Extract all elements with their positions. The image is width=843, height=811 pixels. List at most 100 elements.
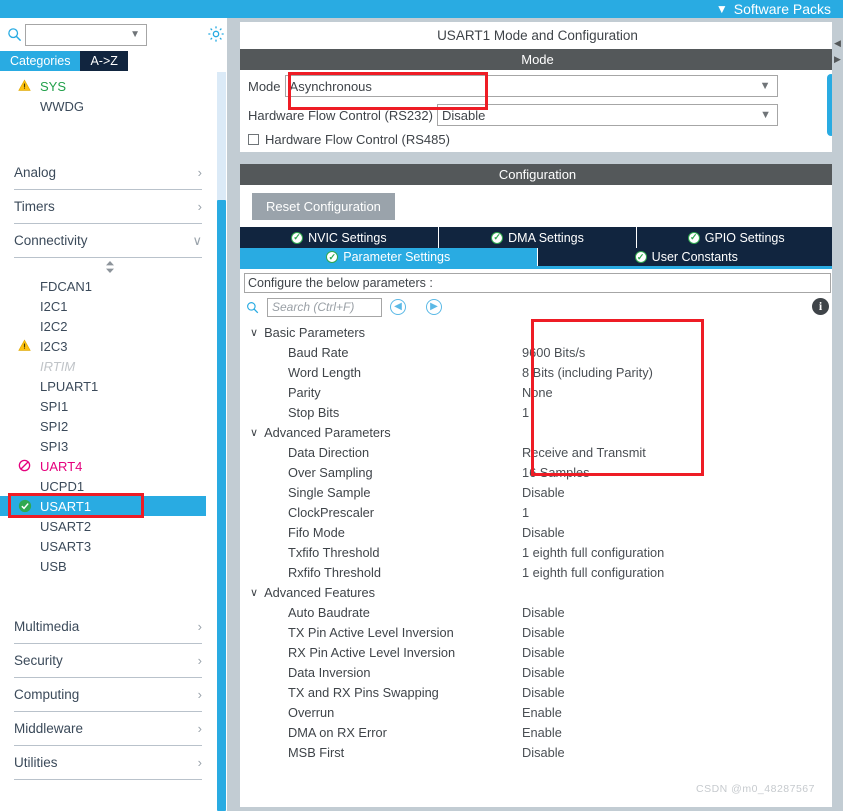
param-value[interactable]: 1 eighth full configuration xyxy=(522,565,664,580)
sidebar-group-utilities[interactable]: Utilities › xyxy=(14,746,202,780)
sidebar-group-computing[interactable]: Computing › xyxy=(14,678,202,712)
param-row-txfifo-threshold[interactable]: Txfifo Threshold 1 eighth full configura… xyxy=(240,542,835,562)
param-value[interactable]: Receive and Transmit xyxy=(522,445,646,460)
tab-nvic-settings[interactable]: ✓ NVIC Settings xyxy=(240,227,439,248)
param-value[interactable]: None xyxy=(522,385,553,400)
info-icon[interactable]: i xyxy=(812,298,829,315)
sidebar-item-uart4[interactable]: UART4 xyxy=(0,456,216,476)
reset-configuration-button[interactable]: Reset Configuration xyxy=(252,192,395,220)
param-value[interactable]: Disable xyxy=(522,645,565,660)
sidebar-item-lpuart1[interactable]: LPUART1 xyxy=(0,376,216,396)
scroll-down-arrow-icon[interactable]: ▶ xyxy=(832,54,843,65)
sidebar-group-label: Security xyxy=(14,653,63,668)
param-value[interactable]: Disable xyxy=(522,605,565,620)
tab-a-to-z[interactable]: A->Z xyxy=(80,51,128,71)
param-value[interactable]: 8 Bits (including Parity) xyxy=(522,365,653,380)
warning-triangle-icon xyxy=(18,79,32,93)
param-row-rx-pin-active-level-inversion[interactable]: RX Pin Active Level Inversion Disable xyxy=(240,642,835,662)
sidebar-item-wwdg[interactable]: WWDG xyxy=(0,96,216,116)
tab-categories[interactable]: Categories xyxy=(0,51,81,71)
sidebar-group-security[interactable]: Security › xyxy=(14,644,202,678)
param-row-over-sampling[interactable]: Over Sampling 16 Samples xyxy=(240,462,835,482)
sidebar-item-usart2[interactable]: USART2 xyxy=(0,516,216,536)
sidebar-group-timers[interactable]: Timers › xyxy=(14,190,202,224)
param-row-stop-bits[interactable]: Stop Bits 1 xyxy=(240,402,835,422)
param-value[interactable]: Enable xyxy=(522,705,562,720)
param-row-rxfifo-threshold[interactable]: Rxfifo Threshold 1 eighth full configura… xyxy=(240,562,835,582)
param-row-msb-first[interactable]: MSB First Disable xyxy=(240,742,835,762)
sidebar-item-label: WWDG xyxy=(40,98,85,114)
mode-select[interactable]: Asynchronous ▼ xyxy=(284,75,778,97)
sidebar-scroll-track[interactable] xyxy=(217,72,226,200)
param-row-clock-prescaler[interactable]: ClockPrescaler 1 xyxy=(240,502,835,522)
param-section-advanced-features[interactable]: ∨ Advanced Features xyxy=(240,582,835,602)
param-value[interactable]: Enable xyxy=(522,725,562,740)
tab-dma-settings[interactable]: ✓ DMA Settings xyxy=(438,227,638,248)
sidebar-item-sys[interactable]: SYS xyxy=(0,76,216,96)
sidebar-search-input[interactable]: ▼ xyxy=(25,23,147,46)
scroll-up-arrow-icon[interactable]: ◀ xyxy=(832,38,843,49)
sidebar-group-multimedia[interactable]: Multimedia › xyxy=(14,610,202,644)
sidebar-item-usart3[interactable]: USART3 xyxy=(0,536,216,556)
param-value[interactable]: 1 eighth full configuration xyxy=(522,545,664,560)
param-row-word-length[interactable]: Word Length 8 Bits (including Parity) xyxy=(240,362,835,382)
tab-user-constants[interactable]: ✓ User Constants xyxy=(537,248,835,266)
sidebar-item-spi2[interactable]: SPI2 xyxy=(0,416,216,436)
sidebar-item-spi3[interactable]: SPI3 xyxy=(0,436,216,456)
parameter-search-input[interactable]: Search (Ctrl+F) xyxy=(267,297,382,317)
sidebar-item-usb[interactable]: USB xyxy=(0,556,216,576)
sidebar-item-fdcan1[interactable]: FDCAN1 xyxy=(0,276,216,296)
sidebar-item-label: UCPD1 xyxy=(40,478,85,494)
param-value[interactable]: Disable xyxy=(522,665,565,680)
expand-right-icon[interactable]: ▶ xyxy=(426,299,442,315)
param-row-dma-on-rx-error[interactable]: DMA on RX Error Enable xyxy=(240,722,835,742)
sidebar-scroll-thumb[interactable] xyxy=(217,200,226,811)
param-row-single-sample[interactable]: Single Sample Disable xyxy=(240,482,835,502)
param-row-baud-rate[interactable]: Baud Rate 9600 Bits/s xyxy=(240,342,835,362)
param-row-tx-pin-active-level-inversion[interactable]: TX Pin Active Level Inversion Disable xyxy=(240,622,835,642)
sidebar-item-usart1[interactable]: USART1 xyxy=(0,496,206,516)
param-value[interactable]: Disable xyxy=(522,745,565,760)
sidebar-item-irtim[interactable]: IRTIM xyxy=(0,356,216,376)
param-row-data-inversion[interactable]: Data Inversion Disable xyxy=(240,662,835,682)
hw-flow-control-232-select[interactable]: Disable ▼ xyxy=(436,104,778,126)
tab-parameter-settings[interactable]: ✓ Parameter Settings xyxy=(240,248,538,266)
param-section-basic-parameters[interactable]: ∨ Basic Parameters xyxy=(240,322,835,342)
sort-arrows-icon[interactable] xyxy=(104,260,116,277)
param-value[interactable]: 16 Samples xyxy=(522,465,590,480)
sidebar-group-middleware[interactable]: Middleware › xyxy=(14,712,202,746)
param-row-fifo-mode[interactable]: Fifo Mode Disable xyxy=(240,522,835,542)
param-value[interactable]: Disable xyxy=(522,525,565,540)
chevron-right-icon: › xyxy=(197,755,202,770)
tab-gpio-settings[interactable]: ✓ GPIO Settings xyxy=(637,227,835,248)
gear-icon[interactable] xyxy=(206,24,226,44)
param-row-overrun[interactable]: Overrun Enable xyxy=(240,702,835,722)
collapse-left-icon[interactable]: ◀ xyxy=(390,299,406,315)
param-section-advanced-parameters[interactable]: ∨ Advanced Parameters xyxy=(240,422,835,442)
hw-flow-control-485-checkbox[interactable] xyxy=(248,133,259,145)
param-value[interactable]: Disable xyxy=(522,685,565,700)
sidebar-item-i2c3[interactable]: I2C3 xyxy=(0,336,216,356)
param-value[interactable]: 9600 Bits/s xyxy=(522,345,585,360)
param-row-data-direction[interactable]: Data Direction Receive and Transmit xyxy=(240,442,835,462)
sidebar-item-ucpd1[interactable]: UCPD1 xyxy=(0,476,216,496)
software-packs-menu[interactable]: ▼ Software Packs xyxy=(716,0,831,18)
param-value[interactable]: 1 xyxy=(522,405,529,420)
param-value[interactable]: Disable xyxy=(522,625,565,640)
sidebar-item-i2c1[interactable]: I2C1 xyxy=(0,296,216,316)
sidebar-group-analog[interactable]: Analog › xyxy=(14,156,202,190)
hw-flow-control-232-label: Hardware Flow Control (RS232) xyxy=(248,107,433,123)
param-value[interactable]: 1 xyxy=(522,505,529,520)
hw-flow-control-485-row[interactable]: Hardware Flow Control (RS485) xyxy=(240,128,835,150)
param-name: TX Pin Active Level Inversion xyxy=(288,624,454,640)
sidebar-group-connectivity[interactable]: Connectivity ∨ xyxy=(14,224,202,258)
param-name: Auto Baudrate xyxy=(288,604,370,620)
sidebar-scrollbar[interactable] xyxy=(216,72,227,811)
window-scrollbar[interactable]: ◀ ▶ xyxy=(832,18,843,811)
param-value[interactable]: Disable xyxy=(522,485,565,500)
sidebar-item-i2c2[interactable]: I2C2 xyxy=(0,316,216,336)
sidebar-item-spi1[interactable]: SPI1 xyxy=(0,396,216,416)
param-row-auto-baudrate[interactable]: Auto Baudrate Disable xyxy=(240,602,835,622)
param-row-tx-rx-pins-swapping[interactable]: TX and RX Pins Swapping Disable xyxy=(240,682,835,702)
param-row-parity[interactable]: Parity None xyxy=(240,382,835,402)
